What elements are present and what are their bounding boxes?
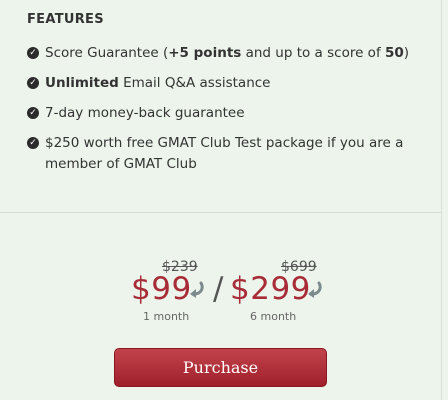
feature-item: ✓ 7-day money-back guarantee (27, 103, 419, 124)
curved-arrow-icon (308, 281, 322, 298)
feature-item: ✓ Unlimited Email Q&A assistance (27, 73, 419, 94)
check-circle-icon: ✓ (27, 107, 39, 119)
period-1-month: 1 month (143, 310, 190, 323)
feature-item: ✓ Score Guarantee (+5 points and up to a… (27, 43, 419, 64)
price-separator: / (213, 271, 224, 307)
check-circle-icon: ✓ (27, 137, 39, 149)
features-title: FEATURES (27, 12, 104, 27)
check-circle-icon: ✓ (27, 47, 39, 59)
features-section: FEATURES ✓ Score Guarantee (+5 points an… (0, 0, 441, 212)
pricing-panel: FEATURES ✓ Score Guarantee (+5 points an… (0, 0, 442, 400)
purchase-button[interactable]: Purchase (114, 348, 327, 387)
feature-item: ✓ $250 worth free GMAT Club Test package… (27, 133, 419, 175)
curved-arrow-icon (190, 281, 204, 298)
price-1-month: $99 (131, 271, 192, 307)
price-6-month: $299 (230, 271, 311, 307)
divider (0, 212, 441, 213)
period-6-month: 6 month (250, 310, 297, 323)
check-circle-icon: ✓ (27, 77, 39, 89)
